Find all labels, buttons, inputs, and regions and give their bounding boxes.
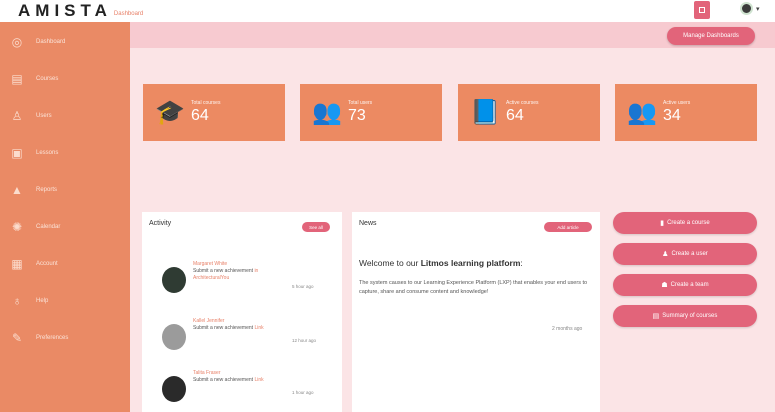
- news-headline: Welcome to our Litmos learning platform:: [359, 258, 523, 268]
- news-panel: News Add article Welcome to our Litmos l…: [352, 212, 600, 412]
- stat-value: 64: [191, 107, 209, 124]
- stat-value: 34: [663, 107, 681, 124]
- sidebar-item-label: Users: [36, 113, 52, 119]
- gear-icon: ✺: [11, 220, 23, 234]
- sidebar-item-users[interactable]: ♙ Users: [0, 104, 130, 128]
- create-team-button[interactable]: ☗ Create a team: [613, 274, 757, 296]
- user-icon: ♙: [11, 109, 23, 123]
- clipboard-icon: ▦: [11, 257, 23, 271]
- list-item[interactable]: Talita Fraser Submit a new achievement L…: [152, 368, 322, 412]
- list-icon: ▤: [652, 313, 660, 320]
- list-item[interactable]: Margaret White Submit a new achievement …: [152, 259, 322, 303]
- sidebar: ◎ Dashboard ▤ Courses ♙ Users ▣ Lessons …: [0, 22, 130, 412]
- notifications-button[interactable]: [694, 1, 710, 19]
- avatar[interactable]: [740, 2, 753, 15]
- sidebar-item-label: Dashboard: [36, 39, 66, 45]
- dashboard-icon: ◎: [11, 35, 23, 49]
- stat-value: 73: [348, 107, 366, 124]
- add-article-button[interactable]: Add article: [544, 222, 592, 232]
- logo[interactable]: AMISTA: [18, 1, 112, 21]
- news-body: The system causes to our Learning Experi…: [359, 280, 588, 295]
- sidebar-item-label: Reports: [36, 187, 58, 193]
- users-icon: 👥: [312, 99, 342, 126]
- square-icon: [699, 7, 705, 13]
- stat-label: Active courses: [506, 100, 539, 106]
- activity-time: 12 hour ago: [292, 338, 317, 343]
- avatar: [162, 376, 186, 402]
- sidebar-item-account[interactable]: ▦ Account: [0, 252, 130, 276]
- sidebar-item-reports[interactable]: ▲ Reports: [0, 178, 130, 202]
- activity-panel: Activity See all Margaret White Submit a…: [142, 212, 342, 412]
- see-all-button[interactable]: See all: [302, 222, 330, 232]
- sidebar-item-preferences[interactable]: ✎ Preferences: [0, 326, 130, 350]
- stat-label: Active users: [663, 100, 691, 106]
- user-icon: ♟: [662, 251, 669, 258]
- sidebar-item-label: Help: [36, 298, 49, 304]
- sidebar-item-label: Preferences: [36, 335, 69, 341]
- activity-text: Submit a new achievement in: [193, 268, 259, 274]
- stat-label: Total users: [348, 100, 373, 106]
- sidebar-item-help[interactable]: ♁ Help: [0, 289, 130, 313]
- graduation-cap-icon: 🎓: [155, 99, 185, 126]
- bulb-icon: ♁: [12, 294, 22, 308]
- stat-card-total-courses[interactable]: 🎓 Total courses 64: [143, 84, 285, 141]
- team-icon: ☗: [661, 282, 668, 289]
- users-icon: 👥: [627, 99, 657, 126]
- sidebar-item-label: Account: [36, 261, 58, 267]
- sidebar-item-courses[interactable]: ▤ Courses: [0, 67, 130, 91]
- activity-text: Submit a new achievement Link: [193, 325, 264, 331]
- activity-user-name[interactable]: Margaret White: [193, 261, 227, 267]
- news-time: 2 months ago: [552, 326, 583, 332]
- sidebar-item-dashboard[interactable]: ◎ Dashboard: [0, 30, 130, 54]
- activity-user-name[interactable]: Kallel Jennifer: [193, 318, 224, 324]
- main-content: Manage Dashboards 🎓 Total courses 64 👥 T…: [130, 22, 775, 412]
- activity-title: Activity: [149, 220, 172, 227]
- activity-time: 1 hour ago: [292, 390, 314, 395]
- book-icon: ▤: [11, 72, 23, 86]
- manage-dashboards-button[interactable]: Manage Dashboards: [667, 27, 755, 45]
- pen-icon: ✎: [11, 331, 23, 345]
- logo-subtitle: Dashboard: [113, 11, 144, 17]
- sidebar-item-lessons[interactable]: ▣ Lessons: [0, 141, 130, 165]
- chevron-down-icon[interactable]: ▾: [756, 5, 760, 13]
- stat-card-total-users[interactable]: 👥 Total users 73: [300, 84, 442, 141]
- sidebar-item-label: Courses: [36, 76, 59, 82]
- book-icon: 📘: [470, 99, 500, 126]
- top-bar: AMISTA Dashboard ▾: [0, 0, 775, 22]
- stat-card-active-users[interactable]: 👥 Active users 34: [615, 84, 757, 141]
- list-item[interactable]: Kallel Jennifer Submit a new achievement…: [152, 316, 322, 360]
- activity-user-name[interactable]: Talita Fraser: [193, 370, 221, 376]
- sidebar-item-label: Lessons: [36, 150, 59, 156]
- avatar: [162, 324, 186, 350]
- book-icon: ▮: [660, 220, 665, 227]
- stat-card-active-courses[interactable]: 📘 Active courses 64: [458, 84, 600, 141]
- report-icon: ▲: [11, 183, 23, 197]
- create-course-button[interactable]: ▮ Create a course: [613, 212, 757, 234]
- activity-text: Submit a new achievement Link: [193, 377, 264, 383]
- sidebar-item-label: Calendar: [36, 224, 61, 230]
- activity-time: 5 hour ago: [292, 284, 314, 289]
- news-title: News: [359, 220, 377, 227]
- create-user-button[interactable]: ♟ Create a user: [613, 243, 757, 265]
- activity-link[interactable]: ArchitecturalYou: [193, 275, 229, 281]
- summary-courses-button[interactable]: ▤ Summary of courses: [613, 305, 757, 327]
- avatar: [162, 267, 186, 293]
- stat-label: Total courses: [191, 100, 221, 106]
- sidebar-item-calendar[interactable]: ✺ Calendar: [0, 215, 130, 239]
- lock-icon: ▣: [11, 146, 23, 160]
- stat-value: 64: [506, 107, 524, 124]
